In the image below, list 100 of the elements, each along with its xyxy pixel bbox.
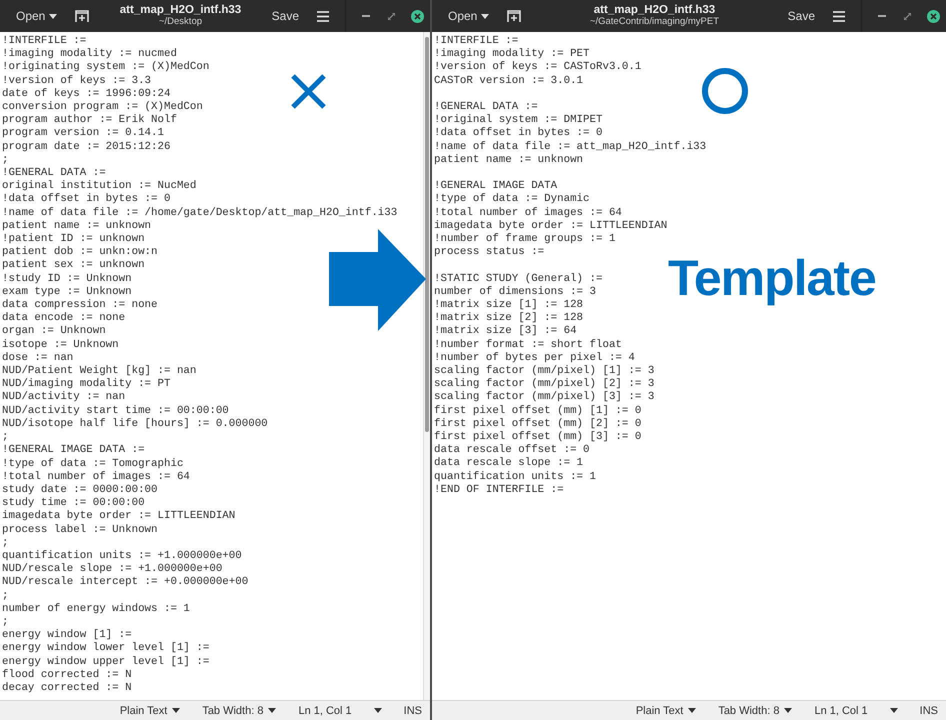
code-line: patient sex := unknown xyxy=(2,259,146,273)
caret-icon xyxy=(268,708,276,713)
file-title: att_map_H2O_intf.h33 xyxy=(120,4,242,16)
code-line: !matrix size [1] := 128 xyxy=(434,299,584,312)
code-line: !imaging modality := nucmed xyxy=(2,48,178,61)
code-line: patient dob := unkn:ow:n xyxy=(2,246,159,259)
restore-icon xyxy=(388,12,395,20)
code-line: !number of frame groups := 1 xyxy=(434,233,616,246)
code-line: !type of data := Dynamic xyxy=(434,193,591,207)
language-dropdown[interactable]: Plain Text xyxy=(120,704,180,716)
code-line: !data offset in bytes := 0 xyxy=(434,127,604,141)
caret-icon xyxy=(784,708,792,713)
save-button[interactable]: Save xyxy=(266,5,305,27)
code-line: ; xyxy=(2,616,10,630)
code-line: data compression := none xyxy=(2,299,159,312)
options-dropdown[interactable] xyxy=(890,708,898,713)
code-line: !matrix size [3] := 64 xyxy=(434,325,578,339)
tab-width-dropdown[interactable]: Tab Width: 8 xyxy=(718,704,792,716)
code-line: number of energy windows := 1 xyxy=(2,602,191,616)
code-line: !GENERAL DATA := xyxy=(434,101,539,114)
close-icon xyxy=(414,12,421,20)
code-line: quantification units := 1 xyxy=(434,470,597,484)
insert-mode[interactable]: INS xyxy=(920,704,938,716)
code-line: !patient ID := unknown xyxy=(2,233,146,246)
save-button[interactable]: Save xyxy=(782,5,821,27)
new-tab-icon xyxy=(507,10,522,22)
code-line: !GENERAL DATA := xyxy=(2,167,107,180)
scrollbar-thumb[interactable] xyxy=(425,37,429,432)
new-tab-icon xyxy=(75,10,90,22)
code-line: scaling factor (mm/pixel) [1] := 3 xyxy=(434,365,656,378)
code-line: ; xyxy=(2,154,10,168)
code-line: scaling factor (mm/pixel) [2] := 3 xyxy=(434,378,656,391)
code-line: NUD/activity := nan xyxy=(2,391,126,405)
minimize-icon xyxy=(362,15,370,17)
caret-icon xyxy=(688,708,696,713)
code-line: CASToR version := 3.0.1 xyxy=(434,74,584,88)
code-line: NUD/rescale slope := +1.000000e+00 xyxy=(2,563,224,576)
code-line: NUD/isotope half life [hours] := 0.000000 xyxy=(2,418,269,432)
code-line: !imaging modality := PET xyxy=(434,48,591,61)
code-line: dose := nan xyxy=(2,352,74,365)
code-line: !data offset in bytes := 0 xyxy=(2,193,172,207)
code-line: energy window upper level [1] := xyxy=(2,656,210,669)
code-line: !number format := short float xyxy=(434,338,623,352)
code-line: exam type := Unknown xyxy=(2,286,133,299)
caret-icon xyxy=(172,708,180,713)
code-line: NUD/imaging modality := PT xyxy=(2,378,172,391)
options-dropdown[interactable] xyxy=(374,708,382,713)
code-line: data rescale offset := 0 xyxy=(434,444,591,457)
code-line: !originating system := (X)MedCon xyxy=(2,61,210,75)
code-line: first pixel offset (mm) [3] := 0 xyxy=(434,431,642,444)
code-line: scaling factor (mm/pixel) [3] := 3 xyxy=(434,391,656,405)
code-line: energy window lower level [1] := xyxy=(2,642,210,656)
code-line: !study ID := Unknown xyxy=(2,272,133,286)
code-line: flood corrected := N xyxy=(2,668,133,682)
code-line: !GENERAL IMAGE DATA := xyxy=(2,444,146,458)
open-button[interactable]: Open xyxy=(442,5,496,27)
code-line: program author := Erik Nolf xyxy=(2,114,178,127)
code-line: organ := Unknown xyxy=(2,325,107,339)
code-line: !original system := DMIPET xyxy=(434,114,604,127)
code-line: !INTERFILE := xyxy=(434,35,520,48)
circle-mark-icon xyxy=(702,68,748,114)
code-line: process label := Unknown xyxy=(2,524,159,537)
tab-width-dropdown[interactable]: Tab Width: 8 xyxy=(202,704,276,716)
code-line: first pixel offset (mm) [1] := 0 xyxy=(434,404,642,418)
caret-icon xyxy=(374,708,382,713)
code-line: NUD/Patient Weight [kg] := nan xyxy=(2,365,198,378)
code-line: ; xyxy=(2,536,10,550)
code-line: !total number of images := 64 xyxy=(434,206,623,220)
code-line: date of keys := 1996:09:24 xyxy=(2,88,172,101)
code-line: NUD/rescale intercept := +0.000000e+00 xyxy=(2,576,250,590)
open-button[interactable]: Open xyxy=(10,5,64,27)
code-line: !name of data file := /home/gate/Desktop/att_map_H2O_intf.i33 xyxy=(2,206,398,220)
scrollbar[interactable] xyxy=(423,32,430,700)
cross-mark-icon xyxy=(290,73,327,110)
code-line: !INTERFILE := xyxy=(2,35,88,48)
code-line: !number of bytes per pixel := 4 xyxy=(434,352,636,365)
code-line: decay corrected := N xyxy=(2,682,133,696)
caret-icon xyxy=(49,14,58,18)
code-line: data rescale slope := 1 xyxy=(434,457,584,471)
cursor-position[interactable]: Ln 1, Col 1 xyxy=(814,704,868,716)
code-line: !version of keys := CASToRv3.0.1 xyxy=(434,61,642,75)
code-line: data encode := none xyxy=(2,312,126,325)
code-line: !version of keys := 3.3 xyxy=(2,74,152,88)
close-button[interactable] xyxy=(411,10,424,22)
code-line: ; xyxy=(2,590,10,603)
code-line: patient name := unknown xyxy=(434,154,584,168)
file-path: ~/Desktop xyxy=(158,16,202,28)
code-line: study time := 00:00:00 xyxy=(2,497,146,510)
close-icon xyxy=(930,12,937,20)
code-line: !matrix size [2] := 128 xyxy=(434,312,584,325)
close-button[interactable] xyxy=(927,10,940,22)
code-line: conversion program := (X)MedCon xyxy=(2,101,204,114)
file-title: att_map_H2O_intf.h33 xyxy=(594,4,716,16)
caret-icon xyxy=(890,708,898,713)
language-dropdown[interactable]: Plain Text xyxy=(636,704,696,716)
code-line: imagedata byte order := LITTLEENDIAN xyxy=(434,220,668,233)
code-line: process status := xyxy=(434,246,546,260)
template-label: Template xyxy=(668,249,876,308)
cursor-position[interactable]: Ln 1, Col 1 xyxy=(298,704,352,716)
insert-mode[interactable]: INS xyxy=(404,704,422,716)
